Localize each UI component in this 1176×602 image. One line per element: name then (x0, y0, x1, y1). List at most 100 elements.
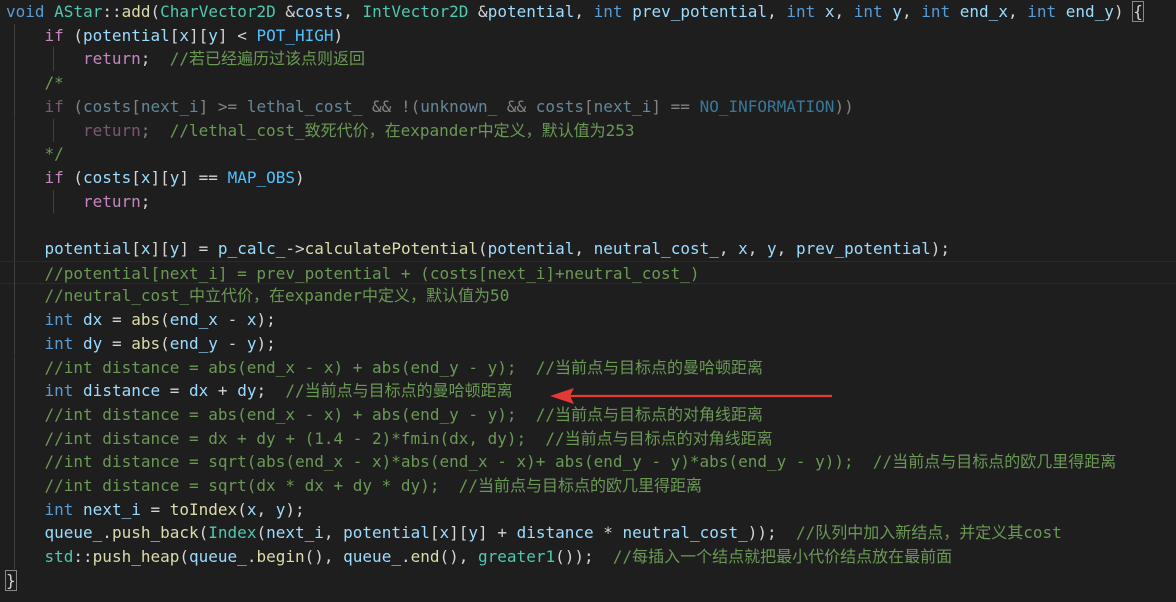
punctuation-token: ( (179, 547, 190, 567)
identifier-token: costs (83, 167, 132, 187)
keyword-token: int (921, 2, 951, 21)
function-token: add (121, 2, 151, 21)
identifier-token: costs (535, 96, 584, 116)
code-line[interactable]: //int distance = sqrt(abs(end_x - x)*abs… (0, 450, 1176, 474)
identifier-token: prev_potential (632, 2, 768, 21)
punctuation-token: -> (285, 239, 305, 258)
code-line[interactable]: //potential[next_i] = prev_potential + (… (0, 260, 1176, 286)
code-line[interactable]: if (costs[x][y] == MAP_OBS) (0, 165, 1176, 190)
identifier-token: next_i (140, 96, 199, 116)
brace-token: } (5, 569, 17, 591)
identifier-token: potential (343, 523, 430, 543)
identifier-token: y (767, 239, 777, 258)
punctuation-token: - (217, 333, 247, 353)
code-line[interactable]: void AStar::add(CharVector2D &costs, Int… (0, 0, 1176, 24)
punctuation-token (883, 2, 893, 21)
comment-token: //队列中加入新结点，并定义其cost (795, 523, 1062, 543)
identifier-token: y (169, 167, 180, 187)
code-line[interactable]: if (potential[x][y] < POT_HIGH) (0, 23, 1176, 48)
indent-guide (14, 545, 15, 569)
punctuation-token: , (901, 2, 922, 21)
keyword-token: void (6, 2, 45, 21)
code-line[interactable] (0, 213, 1176, 237)
control-keyword-token: if (44, 96, 64, 116)
identifier-token: end_x (959, 2, 1008, 21)
control-keyword-token: if (44, 25, 64, 45)
punctuation-token: ) (295, 167, 305, 187)
punctuation-token: [ (131, 239, 141, 258)
punctuation-token: ) (1113, 2, 1134, 21)
code-line[interactable]: queue_.push_back(Index(next_i, potential… (0, 521, 1176, 546)
code-line[interactable]: //int distance = abs(end_x - x) + abs(en… (0, 355, 1176, 380)
identifier-token: potential (487, 239, 575, 258)
punctuation-token: (), (304, 547, 344, 567)
keyword-token: int (853, 2, 883, 21)
code-line[interactable]: return; //lethal_cost_致死代价，在expander中定义，… (0, 118, 1176, 143)
identifier-token: p_calc_ (217, 239, 286, 258)
indent-guide (52, 189, 54, 214)
comment-token: */ (44, 144, 64, 164)
code-line[interactable]: } (0, 569, 1176, 593)
punctuation-token (815, 2, 825, 21)
code-line[interactable]: return; //若已经遍历过该点则返回 (0, 47, 1176, 72)
identifier-token: lethal_cost_ (246, 96, 363, 116)
punctuation-token (73, 310, 83, 329)
code-line[interactable]: //int distance = abs(end_x - x) + abs(en… (0, 402, 1176, 427)
identifier-token: dy (83, 333, 103, 353)
punctuation-token: && !( (362, 96, 421, 116)
punctuation-token: [ (169, 25, 180, 45)
punctuation-token: )) (834, 96, 854, 116)
punctuation-token: ; (256, 381, 286, 401)
identifier-token: dx (189, 381, 209, 401)
code-line[interactable]: //int distance = sqrt(dx * dx + dy * dy)… (0, 474, 1176, 498)
code-line[interactable]: //int distance = dx + dy + (1.4 - 2)*fmi… (0, 426, 1176, 451)
identifier-token: unknown_ (420, 96, 498, 116)
code-line[interactable]: potential[x][y] = p_calc_->calculatePote… (0, 237, 1176, 261)
keyword-token: int (786, 2, 816, 21)
code-line[interactable]: int dy = abs(end_y - y); (0, 331, 1176, 356)
code-line[interactable]: std::push_heap(queue_.begin(), queue_.en… (0, 545, 1176, 569)
indent-guide (52, 47, 54, 72)
code-line[interactable]: int dx = abs(end_x - x); (0, 308, 1176, 332)
indent-guide (14, 71, 15, 95)
punctuation-token (1056, 2, 1066, 21)
keyword-token: int (44, 381, 74, 401)
comment-token: //若已经遍历过该点则返回 (169, 49, 365, 69)
function-token: abs (131, 333, 161, 353)
punctuation-token: . (102, 523, 112, 543)
identifier-token: x (824, 2, 835, 21)
code-line[interactable]: /* (0, 71, 1176, 95)
punctuation-token: + (208, 381, 238, 401)
punctuation-token: ] == (651, 96, 700, 116)
indent-guide (14, 450, 15, 474)
indent-guide (14, 118, 15, 143)
type-token: IntVector2D (362, 2, 469, 21)
function-token: calculatePotential (304, 239, 479, 258)
control-keyword-token: return (83, 49, 141, 69)
comment-token: /* (44, 73, 64, 93)
keyword-token: int (44, 310, 74, 330)
identifier-token: costs (295, 2, 344, 21)
code-editor[interactable]: void AStar::add(CharVector2D &costs, Int… (0, 0, 1176, 602)
identifier-token: next_i (266, 523, 324, 543)
identifier-token: y (892, 2, 902, 21)
code-line[interactable]: int next_i = toIndex(x, y); (0, 497, 1176, 522)
punctuation-token: ; (140, 191, 151, 211)
code-line[interactable]: //neutral_cost_中立代价，在expander中定义，默认值为50 (0, 284, 1176, 309)
punctuation-token: ][ (150, 167, 170, 187)
indent-guide (14, 308, 15, 332)
code-line[interactable]: return; (0, 189, 1176, 214)
keyword-token: int (44, 499, 74, 519)
identifier-token: next_i (83, 499, 141, 519)
punctuation-token: :: (73, 547, 93, 567)
code-line[interactable]: if (costs[next_i] >= lethal_cost_ && !(u… (0, 94, 1176, 119)
indent-guide (14, 142, 15, 166)
code-line[interactable]: int distance = dx + dy; //当前点与目标点的曼哈顿距离 (0, 379, 1176, 403)
control-keyword-token: return (83, 120, 141, 140)
indent-guide (14, 379, 15, 403)
keyword-token: int (593, 2, 623, 21)
identifier-token: y (468, 523, 479, 543)
code-line[interactable]: */ (0, 142, 1176, 166)
identifier-token: potential (44, 239, 132, 258)
indent-guide (14, 213, 15, 237)
